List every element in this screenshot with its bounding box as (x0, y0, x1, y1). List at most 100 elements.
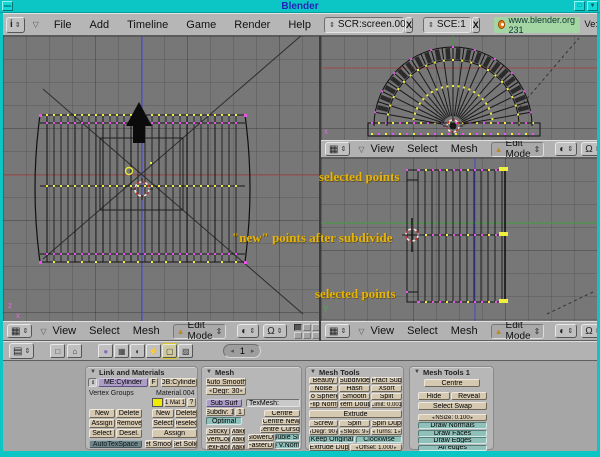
menu-view[interactable]: View (370, 143, 394, 155)
turns-spinner[interactable]: Turns: 1 (371, 428, 402, 435)
vertcol-button[interactable]: VertCol (206, 436, 230, 443)
rem-doubles-button[interactable]: Rem Doub (339, 401, 370, 408)
material-index-spinner[interactable]: 1 Mat 1 (164, 398, 186, 407)
texface-button[interactable]: TexFace (206, 444, 230, 450)
pivot-button[interactable]: Ω ⇕ (581, 142, 597, 156)
double-sided-toggle[interactable]: Double Side (275, 434, 300, 441)
material-help-button[interactable]: ? (187, 398, 196, 407)
menu-add[interactable]: Add (81, 19, 119, 31)
pivot-button[interactable]: Ω ⇕ (263, 324, 286, 338)
header-collapse-icon[interactable]: ▽ (33, 20, 39, 29)
menu-help[interactable]: Help (279, 19, 320, 31)
panel-align-button[interactable]: □ (50, 344, 65, 358)
menu-file[interactable]: File (45, 19, 81, 31)
viewport-front[interactable]: zx (3, 36, 319, 321)
optimal-toggle[interactable]: Optimal (206, 417, 242, 425)
steps-spinner[interactable]: Steps: 9 (339, 428, 370, 435)
script-context-button[interactable]: ▦ (114, 344, 129, 358)
window-type-button[interactable]: i ⇕ (6, 17, 25, 33)
menu-select[interactable]: Select (89, 325, 120, 337)
smooth-button[interactable]: Smooth (339, 393, 370, 400)
limit-spinner[interactable]: Limit: 0.001 (371, 401, 402, 408)
panel-collapse-icon[interactable]: ▼ (90, 369, 96, 375)
keep-original-toggle[interactable]: Keep Original (309, 436, 355, 443)
vgroup-new-button[interactable]: New (89, 409, 115, 418)
material-new-button[interactable]: New (152, 409, 174, 418)
draw-faces-toggle[interactable]: Draw Faces (418, 430, 487, 437)
vgroup-deselect-button[interactable]: Desel. (116, 429, 142, 438)
viewport-top[interactable]: x (321, 36, 597, 140)
set-smooth-button[interactable]: Set Smooth (145, 440, 172, 448)
beauty-toggle[interactable]: Beauty (309, 377, 338, 384)
draw-type-button[interactable]: ◐ ⇕ (555, 324, 577, 338)
header-collapse-icon[interactable]: ▽ (40, 327, 46, 336)
animation-context-button[interactable]: ⚡ (146, 344, 161, 358)
sticky-make-button[interactable]: Make (231, 428, 245, 435)
material-color-swatch[interactable] (152, 398, 163, 407)
vgroup-assign-button[interactable]: Assign (89, 419, 115, 428)
offset-spinner[interactable]: Offset: 1.000 (350, 444, 402, 451)
scene-delete-button[interactable]: X (472, 17, 480, 33)
menu-select[interactable]: Select (407, 143, 438, 155)
panel-collapse-icon[interactable]: ▼ (310, 369, 316, 375)
menu-select[interactable]: Select (407, 325, 438, 337)
mode-dropdown[interactable]: ▲ Edit Mode ⇕ (173, 324, 227, 339)
degr-spinner[interactable]: Degr: 30 (206, 387, 246, 395)
split-button[interactable]: Split (371, 393, 402, 400)
pivot-button[interactable]: Ω ⇕ (581, 324, 597, 338)
auto-smooth-toggle[interactable]: Auto Smooth (206, 378, 246, 386)
reveal-button[interactable]: Reveal (451, 392, 487, 400)
extrude-button[interactable]: Extrude (309, 410, 402, 418)
header-collapse-icon[interactable]: ▽ (358, 327, 364, 336)
draw-normals-toggle[interactable]: Draw Normals (418, 422, 487, 429)
extrude-dup-button[interactable]: Extrude Dup (309, 444, 349, 451)
layer-cell[interactable] (294, 324, 302, 331)
screw-button[interactable]: Screw (309, 420, 338, 427)
material-select-button[interactable]: Select (152, 419, 174, 428)
layer-buttons[interactable] (294, 324, 319, 339)
material-assign-button[interactable]: Assign (152, 429, 197, 438)
hide-button[interactable]: Hide (418, 392, 450, 400)
mesh-browse-button[interactable]: ⇕ (88, 378, 97, 387)
to-sphere-button[interactable]: To Sphere (309, 393, 338, 400)
viewport-type-button[interactable]: ▦ ⇕ (7, 324, 32, 338)
menu-render[interactable]: Render (225, 19, 279, 31)
mode-dropdown[interactable]: ▲ Edit Mode ⇕ (491, 324, 545, 339)
layer-cell[interactable] (312, 332, 319, 339)
screen-selector[interactable]: ⇕ SCR:screen.001 (324, 17, 404, 33)
vgroup-remove-button[interactable]: Remove (116, 419, 142, 428)
panel-collapse-icon[interactable]: ▼ (206, 369, 212, 375)
spin-dup-button[interactable]: Spin Dup (371, 420, 402, 427)
viewport-type-button[interactable]: ▦ ⇕ (325, 324, 350, 338)
menu-mesh[interactable]: Mesh (133, 325, 160, 337)
sticky-button[interactable]: Sticky (206, 428, 230, 435)
all-edges-toggle[interactable]: All edges (418, 445, 487, 451)
viewport-type-button[interactable]: ▦ ⇕ (325, 142, 350, 156)
centre-button[interactable]: Centre (424, 379, 480, 387)
centre-button[interactable]: Centre (264, 410, 300, 417)
logic-context-button[interactable]: ● (98, 344, 113, 358)
editing-context-button[interactable]: ▢ (162, 344, 177, 358)
xsort-button[interactable]: Xsort (371, 385, 402, 392)
layer-cell[interactable] (294, 332, 302, 339)
maximize-button[interactable]: □ (574, 1, 585, 11)
home-button[interactable]: ⌂ (67, 344, 82, 358)
faster-draw-button[interactable]: FasterDr (248, 442, 274, 449)
mesh-name-field[interactable]: ME:Cylinder (98, 378, 148, 387)
hash-button[interactable]: Hash (339, 385, 370, 392)
material-deselect-button[interactable]: Deselect (175, 419, 197, 428)
subdiv-render-spinner[interactable]: 1 (235, 408, 245, 416)
window-type-button[interactable]: ▤ ⇕ (9, 343, 34, 359)
select-swap-button[interactable]: Select Swap (418, 402, 487, 410)
header-collapse-icon[interactable]: ▽ (358, 145, 364, 154)
subdivide-button[interactable]: Subdivide (339, 377, 370, 384)
centre-new-button[interactable]: Centre New (262, 418, 300, 425)
menu-mesh[interactable]: Mesh (451, 143, 478, 155)
object-name-field[interactable]: OB:Cylinder (161, 378, 197, 387)
layer-cell[interactable] (303, 332, 311, 339)
centre-cursor-button[interactable]: Centre Cursor (260, 426, 300, 433)
scene-selector[interactable]: ⇕ SCE:1 (423, 17, 471, 33)
layer-cell[interactable] (312, 324, 319, 331)
no-vnormal-flip-toggle[interactable]: No V.Normal (275, 442, 300, 449)
menu-view[interactable]: View (52, 325, 76, 337)
